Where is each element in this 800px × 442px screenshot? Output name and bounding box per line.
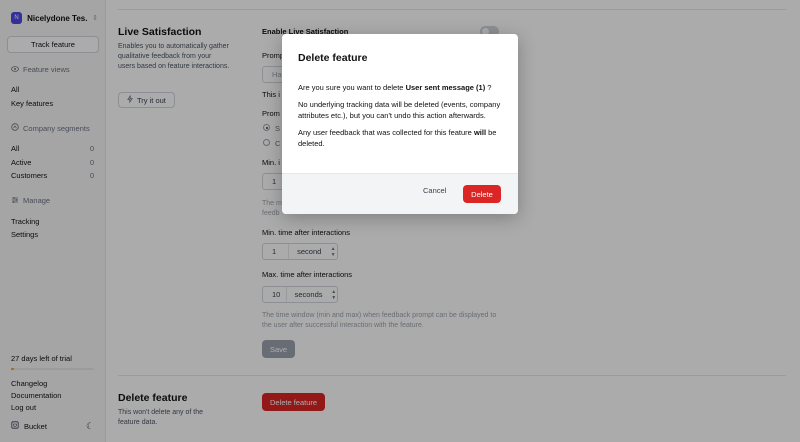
dialog-question: Are you sure you want to delete User sen… — [298, 83, 492, 92]
dialog-warning: No underlying tracking data will be dele… — [298, 99, 501, 121]
delete-feature-dialog: Delete feature Are you sure you want to … — [282, 34, 518, 214]
dialog-title: Delete feature — [298, 52, 368, 64]
dialog-body: Are you sure you want to delete User sen… — [298, 82, 506, 155]
feature-name: User sent message (1) — [405, 83, 486, 92]
cancel-button[interactable]: Cancel — [423, 186, 446, 195]
confirm-delete-button[interactable]: Delete — [463, 185, 501, 203]
dialog-footer: Cancel Delete — [282, 173, 518, 214]
dialog-feedback-warning: Any user feedback that was collected for… — [298, 127, 497, 149]
